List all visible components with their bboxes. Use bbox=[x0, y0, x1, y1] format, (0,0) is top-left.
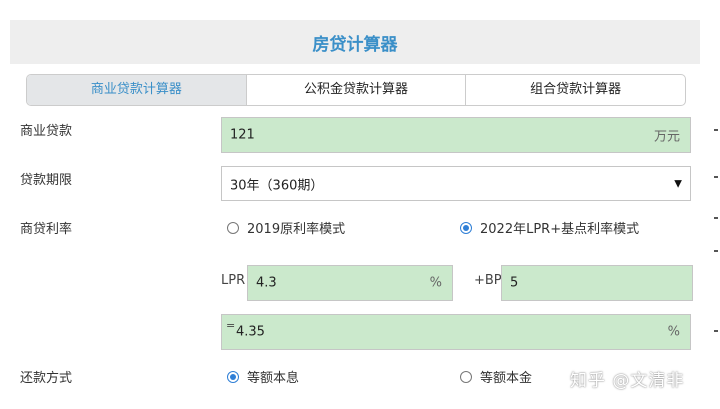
loan-amount-unit: 万元 bbox=[653, 129, 680, 145]
calculator-tabs: 商业贷款计算器 公积金贷款计算器 组合贷款计算器 bbox=[26, 74, 686, 106]
rate-mode-2019-label: 2019原利率模式 bbox=[247, 222, 346, 237]
radio-unchecked-icon bbox=[460, 370, 472, 383]
rate-mode-lpr-radio[interactable]: 2022年LPR+基点利率模式 bbox=[460, 218, 639, 237]
radio-unchecked-icon bbox=[227, 221, 239, 234]
radio-checked-icon bbox=[460, 221, 472, 234]
edge-mark bbox=[714, 176, 718, 178]
loan-amount-label: 商业贷款 bbox=[20, 124, 73, 139]
header-bar: 房贷计算器 bbox=[10, 20, 700, 64]
edge-mark bbox=[714, 217, 718, 219]
lpr-value: 4.3 bbox=[256, 275, 277, 291]
page-title: 房贷计算器 bbox=[312, 35, 398, 55]
repayment-equal-installment-radio[interactable]: 等额本息 bbox=[227, 367, 299, 386]
loan-amount-value: 121 bbox=[230, 127, 255, 143]
watermark: 知乎 @文清非 bbox=[570, 371, 685, 391]
bp-label: +BP bbox=[474, 273, 502, 288]
repayment-option-2-label: 等额本金 bbox=[480, 371, 533, 386]
bp-value: 5 bbox=[510, 275, 519, 291]
result-rate-value: 4.35 bbox=[236, 324, 265, 340]
lpr-unit: % bbox=[429, 275, 442, 291]
rate-mode-lpr-label: 2022年LPR+基点利率模式 bbox=[480, 222, 640, 237]
repayment-label: 还款方式 bbox=[20, 371, 73, 386]
loan-term-label: 贷款期限 bbox=[20, 173, 73, 188]
result-rate-field: = 4.35 % bbox=[221, 314, 691, 350]
loan-term-select[interactable]: 30年（360期） ▼ bbox=[221, 166, 691, 201]
tab-provident-fund-loan[interactable]: 公积金贷款计算器 bbox=[245, 75, 466, 105]
equals-sign: = bbox=[226, 319, 236, 332]
lpr-label: LPR bbox=[221, 273, 246, 288]
repayment-equal-principal-radio[interactable]: 等额本金 bbox=[460, 367, 532, 386]
tab-combined-loan[interactable]: 组合贷款计算器 bbox=[465, 75, 685, 105]
rate-label: 商贷利率 bbox=[20, 222, 73, 237]
edge-mark bbox=[714, 330, 718, 332]
lpr-input[interactable]: 4.3 % bbox=[247, 265, 453, 301]
repayment-option-1-label: 等额本息 bbox=[247, 371, 300, 386]
radio-checked-icon bbox=[227, 370, 239, 383]
tab-commercial-loan[interactable]: 商业贷款计算器 bbox=[27, 75, 246, 105]
loan-term-value: 30年（360期） bbox=[230, 178, 324, 193]
result-rate-unit: % bbox=[667, 324, 680, 340]
rate-mode-2019-radio[interactable]: 2019原利率模式 bbox=[227, 218, 345, 237]
bp-input[interactable]: 5 bbox=[501, 265, 693, 301]
loan-amount-input[interactable]: 121 万元 bbox=[221, 117, 691, 153]
edge-mark bbox=[714, 250, 718, 252]
edge-mark bbox=[714, 129, 718, 131]
dropdown-arrow-icon: ▼ bbox=[674, 178, 682, 189]
